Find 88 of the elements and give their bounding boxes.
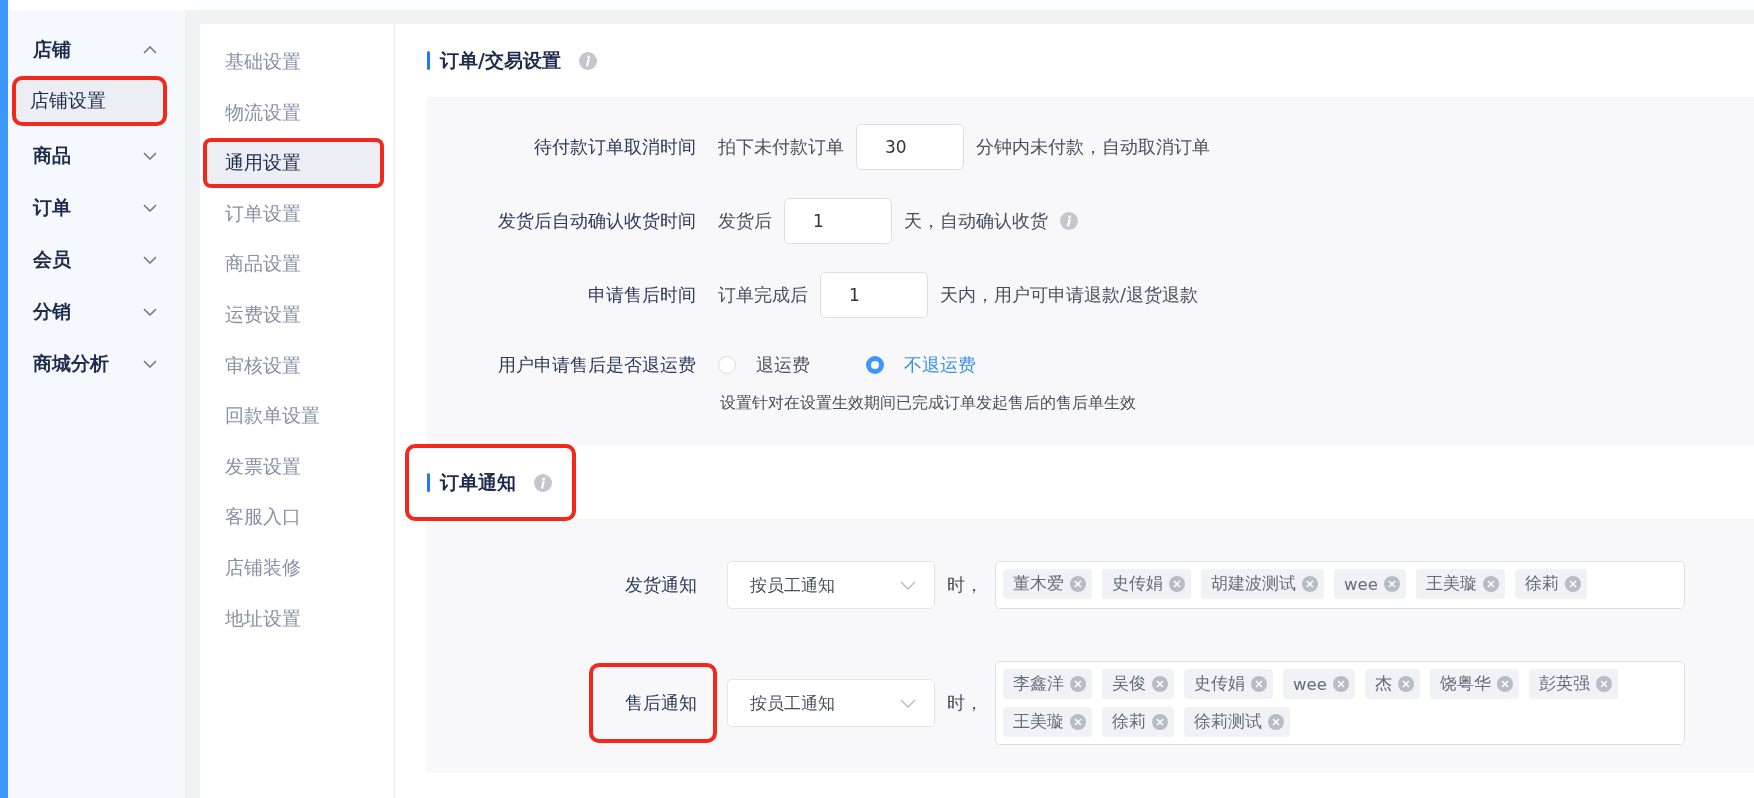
submenu-item[interactable]: 客服入口 xyxy=(205,494,382,541)
number-input[interactable]: 1 xyxy=(784,198,892,244)
submenu-item[interactable]: 基础设置 xyxy=(205,39,382,85)
suffix-text: 时， xyxy=(947,692,983,715)
remove-icon[interactable] xyxy=(1070,576,1086,592)
field-label: 发货通知 xyxy=(624,574,698,597)
suffix-text: 天内，用户可申请退款/退货退款 xyxy=(940,284,1198,307)
staff-tag[interactable]: 胡建波测试 xyxy=(1201,569,1324,599)
info-icon xyxy=(1060,212,1078,230)
remove-icon[interactable] xyxy=(1564,576,1581,592)
staff-tag[interactable]: wee xyxy=(1334,569,1406,599)
section-title: 订单/交易设置 xyxy=(407,24,619,97)
radio-option[interactable]: 退运费 xyxy=(718,353,810,377)
submenu-item[interactable]: 审核设置 xyxy=(205,342,382,389)
staff-tag-field[interactable]: 董木爱 史传娟 胡建波测试 wee 王美璇 徐莉 xyxy=(995,561,1685,609)
sidebar-group[interactable]: 会员 xyxy=(8,234,185,286)
staff-tag[interactable]: 彭英强 xyxy=(1528,669,1618,699)
remove-icon[interactable] xyxy=(1251,676,1267,692)
chevron-down-icon xyxy=(143,360,157,368)
sidebar-group[interactable]: 分销 xyxy=(8,286,185,338)
remove-icon[interactable] xyxy=(1302,576,1318,592)
chevron-down-icon xyxy=(143,308,157,316)
suffix-text: 时， xyxy=(947,574,983,597)
chevron-down-icon xyxy=(143,152,157,160)
submenu-item[interactable]: 运费设置 xyxy=(205,291,382,338)
suffix-text: 天，自动确认收货 xyxy=(904,210,1048,233)
sidebar-group[interactable]: 店铺 xyxy=(8,24,185,76)
staff-tag-field[interactable]: 李鑫洋 吴俊 史传娟 wee 杰 饶粤华 彭英强 王美璇 徐莉 徐莉测试 xyxy=(995,661,1685,745)
mode-select[interactable]: 按员工通知 xyxy=(727,561,935,609)
number-input[interactable]: 1 xyxy=(820,272,928,318)
submenu-item[interactable]: 订单设置 xyxy=(205,190,382,237)
remove-icon[interactable] xyxy=(1383,576,1400,592)
staff-tag[interactable]: 徐莉 xyxy=(1102,707,1174,737)
submenu-item[interactable]: 回款单设置 xyxy=(205,393,382,440)
staff-tag[interactable]: 吴俊 xyxy=(1102,669,1174,699)
remove-icon[interactable] xyxy=(1332,676,1349,692)
chevron-down-icon xyxy=(143,256,157,264)
field-label: 用户申请售后是否退运费 xyxy=(497,354,696,377)
staff-tag[interactable]: 杰 xyxy=(1364,669,1420,699)
staff-tag[interactable]: 董木爱 xyxy=(1003,569,1092,599)
info-icon xyxy=(578,51,597,70)
submenu-item[interactable]: 发票设置 xyxy=(205,443,382,490)
staff-tag[interactable]: 李鑫洋 xyxy=(1003,669,1092,699)
staff-tag[interactable]: 王美璇 xyxy=(1003,707,1092,737)
staff-tag[interactable]: 王美璇 xyxy=(1415,569,1505,599)
staff-tag[interactable]: 史传娟 xyxy=(1184,669,1273,699)
mode-select[interactable]: 按员工通知 xyxy=(727,679,935,727)
staff-tag[interactable]: 徐莉测试 xyxy=(1184,707,1290,737)
submenu-item[interactable]: 店铺装修 xyxy=(205,544,382,591)
suffix-text: 分钟内未付款，自动取消订单 xyxy=(976,136,1210,159)
field-label: 申请售后时间 xyxy=(587,284,696,307)
staff-tag[interactable]: 饶粤华 xyxy=(1429,669,1519,699)
remove-icon[interactable] xyxy=(1070,676,1086,692)
remove-icon[interactable] xyxy=(1397,676,1414,692)
prefix-text: 拍下未付款订单 xyxy=(718,136,844,159)
remove-icon[interactable] xyxy=(1268,714,1284,730)
chevron-down-icon xyxy=(900,698,916,708)
sidebar-group[interactable]: 商城分析 xyxy=(8,338,185,390)
remove-icon[interactable] xyxy=(1070,714,1086,730)
remove-icon[interactable] xyxy=(1595,676,1612,692)
section-title: 订单通知 xyxy=(407,446,574,519)
field-label: 售后通知 xyxy=(591,665,715,741)
staff-tag[interactable]: 史传娟 xyxy=(1102,569,1191,599)
prefix-text: 订单完成后 xyxy=(718,284,808,307)
staff-tag[interactable]: 徐莉 xyxy=(1514,569,1587,599)
info-icon xyxy=(534,473,552,492)
remove-icon[interactable] xyxy=(1152,676,1168,692)
sidebar-group[interactable]: 订单 xyxy=(8,182,185,234)
number-input[interactable]: 30 xyxy=(856,124,964,170)
remove-icon[interactable] xyxy=(1496,676,1513,692)
submenu-item[interactable]: 通用设置 xyxy=(205,140,382,187)
remove-icon[interactable] xyxy=(1152,714,1168,730)
remove-icon[interactable] xyxy=(1482,576,1499,592)
chevron-down-icon xyxy=(143,204,157,212)
radio-option[interactable]: 不退运费 xyxy=(866,353,976,377)
prefix-text: 发货后 xyxy=(718,210,772,233)
sidebar-group[interactable]: 商品 xyxy=(8,130,185,182)
hint-text: 设置针对在设置生效期间已完成订单发起售后的售后单生效 xyxy=(720,393,1137,414)
field-label: 发货后自动确认收货时间 xyxy=(497,210,696,233)
staff-tag[interactable]: wee xyxy=(1283,669,1355,699)
submenu-item[interactable]: 地址设置 xyxy=(205,595,382,642)
field-label: 待付款订单取消时间 xyxy=(533,136,696,159)
remove-icon[interactable] xyxy=(1169,576,1185,592)
sidebar-item[interactable]: 店铺设置 xyxy=(14,78,165,124)
chevron-up-icon xyxy=(143,46,157,54)
chevron-down-icon xyxy=(900,580,916,590)
submenu-item[interactable]: 物流设置 xyxy=(205,89,382,136)
submenu-item[interactable]: 商品设置 xyxy=(205,241,382,288)
